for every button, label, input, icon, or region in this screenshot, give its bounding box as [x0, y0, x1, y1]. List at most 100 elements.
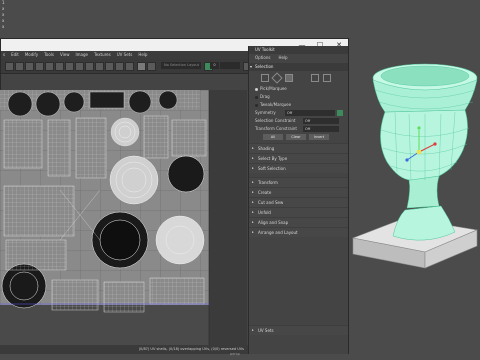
menu-item-help[interactable]: Help [278, 54, 287, 62]
section-label: Shading [258, 146, 275, 151]
menu-item-edit[interactable]: Edit [11, 51, 19, 59]
collapse-triangle-icon: ▸ [252, 230, 254, 234]
radio-off-icon [255, 95, 258, 99]
selection-mode-icons [249, 71, 348, 85]
transform-constraint-row: Transform Constraint Off [249, 125, 348, 133]
menu-item-modify[interactable]: Modify [25, 51, 38, 59]
section-label: Create [258, 190, 272, 195]
uv-viewport[interactable] [0, 90, 247, 346]
value-field[interactable]: 0 [210, 62, 219, 69]
toolbar-button[interactable] [25, 62, 34, 71]
toolbar-button[interactable] [55, 62, 64, 71]
symmetry-icon[interactable] [337, 110, 343, 116]
section-align-and-snap[interactable]: ▸ Align and Snap [249, 217, 348, 227]
image-selector[interactable]: No Selection Layout [161, 62, 201, 69]
radio-label: Tweak/Marquee [260, 102, 292, 107]
camera-label: persp [230, 352, 240, 356]
menu-item-file[interactable]: s [3, 51, 5, 59]
toolbar-button[interactable] [125, 62, 134, 71]
select-all-button[interactable]: All [263, 134, 283, 140]
uv-layout-canvas[interactable] [0, 90, 247, 346]
section-select-by-type[interactable]: ▸ Select By Type [249, 153, 348, 163]
toolbar-button[interactable] [75, 62, 84, 71]
radio-pick-marquee[interactable]: Pick/Marquee [249, 85, 348, 93]
section-unfold[interactable]: ▸ Unfold [249, 207, 348, 217]
vertex-mode-icon[interactable] [261, 74, 269, 82]
collapse-triangle-icon: ▸ [252, 180, 254, 184]
section-arrange-and-layout[interactable]: ▸ Arrange and Layout [249, 227, 348, 237]
section-label: Select By Type [258, 156, 288, 161]
radio-label: Drag [260, 94, 270, 99]
selection-buttons: All Clear Invert [249, 133, 348, 143]
section-uv-sets[interactable]: ▸ UV Sets [249, 325, 348, 335]
radio-on-icon [255, 87, 258, 91]
collapse-triangle-icon: ▸ [252, 156, 254, 160]
section-shading[interactable]: ▸ Shading [249, 143, 348, 153]
toolbar-button[interactable] [105, 62, 114, 71]
toolbar-button[interactable] [65, 62, 74, 71]
toolbar-button[interactable] [45, 62, 54, 71]
field-label: Selection Constraint [255, 118, 296, 123]
uv-mode-icon[interactable] [311, 74, 319, 82]
panel-title: UV Toolkit [249, 46, 348, 54]
menu-item-uv-sets[interactable]: UV Sets [117, 51, 133, 59]
menu-item-view[interactable]: View [60, 51, 70, 59]
collapse-triangle-icon: ▸ [252, 328, 254, 332]
section-cut-and-sew[interactable]: ▸ Cut and Sew [249, 197, 348, 207]
collapse-triangle-icon: ▸ [252, 200, 254, 204]
toolbar-button[interactable] [5, 62, 14, 71]
field-label: Symmetry [255, 110, 276, 115]
shell-mode-icon[interactable] [323, 74, 331, 82]
radio-off-icon [255, 103, 258, 107]
toolbar-button[interactable] [85, 62, 94, 71]
face-mode-icon[interactable] [285, 74, 293, 82]
collapse-triangle-icon: ▸ [252, 210, 254, 214]
menu-item-options[interactable]: Options [255, 54, 270, 62]
toolbar-button[interactable] [15, 62, 24, 71]
field-label: Transform Constraint [255, 126, 297, 131]
collapse-triangle-icon: ▸ [252, 166, 254, 170]
toolbar-button[interactable] [95, 62, 104, 71]
image-toggle-icon[interactable] [147, 62, 156, 71]
radio-tweak-marquee[interactable]: Tweak/Marquee [249, 101, 348, 109]
panel-menu: Options Help [249, 54, 348, 62]
clear-button[interactable]: Clear [286, 134, 306, 140]
symmetry-row: Symmetry Off [249, 109, 348, 117]
exposure-slider[interactable] [220, 62, 240, 69]
section-label: Align and Snap [258, 220, 289, 225]
edge-mode-icon[interactable] [271, 72, 283, 84]
section-label: Soft Selection [258, 166, 286, 171]
menu-item-image[interactable]: Image [75, 51, 88, 59]
collapse-triangle-icon: ▸ [252, 190, 254, 194]
expand-triangle-icon: ▾ [250, 64, 253, 69]
menu-item-tools[interactable]: Tools [44, 51, 54, 59]
section-transform[interactable]: ▸ Transform [249, 177, 348, 187]
toolbar-button[interactable] [35, 62, 44, 71]
transform-constraint-dropdown[interactable]: Off [303, 126, 339, 132]
vase-3d-model[interactable] [345, 40, 480, 305]
vase-foot [392, 205, 456, 241]
grid-toggle-icon[interactable] [137, 62, 146, 71]
section-label: Transform [258, 180, 278, 185]
vase-opening [380, 65, 470, 87]
selection-constraint-row: Selection Constraint Off [249, 117, 348, 125]
selection-constraint-dropdown[interactable]: Off [303, 118, 339, 124]
bg-item: x [2, 24, 5, 29]
toolbar-button[interactable] [115, 62, 124, 71]
section-label: UV Sets [258, 328, 274, 333]
section-selection[interactable]: ▾ Selection [249, 63, 348, 71]
section-label: Selection [255, 64, 274, 69]
section-soft-selection[interactable]: ▸ Soft Selection [249, 163, 348, 173]
symmetry-dropdown[interactable]: Off [285, 110, 335, 116]
uv-toolkit-panel: UV Toolkit Options Help ▾ Selection Pick… [248, 46, 348, 354]
invert-button[interactable]: Invert [309, 134, 329, 140]
menu-item-help[interactable]: Help [138, 51, 147, 59]
menu-item-textures[interactable]: Textures [94, 51, 111, 59]
radio-label: Pick/Marquee [260, 86, 287, 91]
collapse-triangle-icon: ▸ [252, 220, 254, 224]
section-create[interactable]: ▸ Create [249, 187, 348, 197]
radio-drag[interactable]: Drag [249, 93, 348, 101]
uv-status-line: (0/87) UV shells, (0/18) overlapping UVs… [0, 345, 248, 354]
vase-stem [406, 175, 440, 209]
